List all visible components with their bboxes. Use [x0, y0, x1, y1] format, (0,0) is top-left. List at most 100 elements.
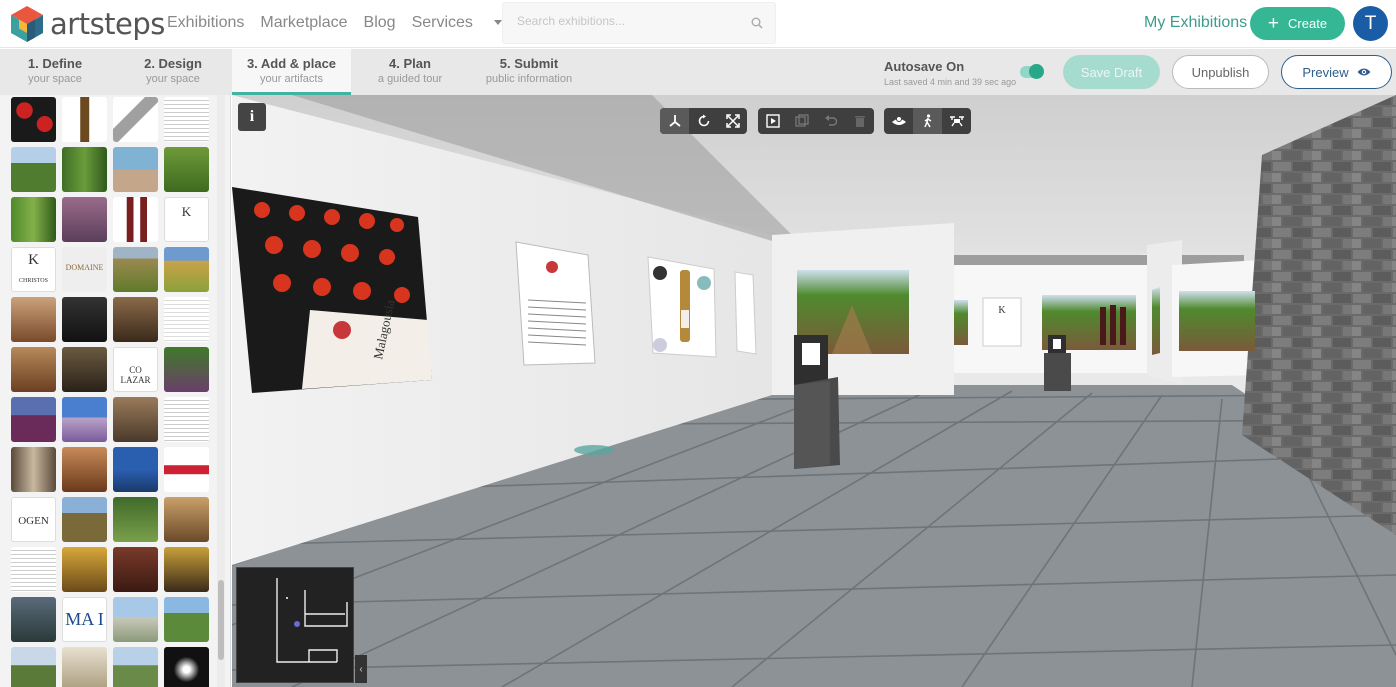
thumbnail[interactable]	[11, 147, 56, 192]
info-button[interactable]: i	[238, 103, 266, 131]
step-title: 1. Define	[27, 56, 83, 71]
nav-exhibitions[interactable]: Exhibitions	[167, 14, 244, 32]
thumbnail[interactable]	[113, 397, 158, 442]
artwork-far-1[interactable]	[954, 300, 968, 345]
thumbnail[interactable]	[164, 497, 209, 542]
thumbnail[interactable]	[164, 397, 209, 442]
thumbnail[interactable]	[113, 647, 158, 687]
step-plan[interactable]: 4. Plan a guided tour	[355, 49, 465, 95]
thumbnail[interactable]	[164, 297, 209, 342]
thumbnail[interactable]	[62, 447, 107, 492]
thumbnail[interactable]	[62, 297, 107, 342]
nav-marketplace[interactable]: Marketplace	[260, 14, 347, 32]
thumbnail[interactable]	[164, 447, 209, 492]
thumbnail[interactable]	[113, 247, 158, 292]
thumbnail[interactable]	[113, 447, 158, 492]
floor-marker[interactable]	[574, 445, 614, 455]
step-add-place[interactable]: 3. Add & place your artifacts	[232, 49, 351, 95]
search-icon[interactable]	[751, 17, 763, 29]
thumbnail[interactable]: MA I	[62, 597, 107, 642]
thumbnail[interactable]	[11, 397, 56, 442]
thumbnail[interactable]	[113, 547, 158, 592]
step-submit[interactable]: 5. Submit public information	[474, 49, 584, 95]
thumbnail[interactable]	[164, 347, 209, 392]
thumbnail[interactable]	[62, 147, 107, 192]
thumbnail[interactable]: CHRISTOS K	[11, 247, 56, 292]
preview-button[interactable]: Preview	[1281, 55, 1392, 89]
drone-view-tool[interactable]	[942, 108, 971, 134]
thumbnail[interactable]	[11, 547, 56, 592]
minimap-collapse-button[interactable]: ‹	[355, 655, 367, 683]
thumbnail[interactable]	[113, 597, 158, 642]
thumbnail[interactable]: OGEN	[11, 497, 56, 542]
avatar[interactable]: T	[1353, 6, 1388, 41]
step-design[interactable]: 2. Design your space	[118, 49, 228, 95]
thumbnail[interactable]	[11, 297, 56, 342]
unpublish-button[interactable]: Unpublish	[1172, 55, 1269, 89]
scale-tool[interactable]	[718, 108, 747, 134]
thumbnail[interactable]	[164, 597, 209, 642]
thumbnail[interactable]	[62, 647, 107, 687]
scrollbar-thumb[interactable]	[218, 580, 224, 660]
thumbnail[interactable]	[164, 97, 209, 142]
gallery-3d-viewport[interactable]: Malagousia K i ‹	[232, 95, 1396, 687]
copy-icon	[794, 114, 809, 127]
thumbnail[interactable]	[164, 547, 209, 592]
thumbnail[interactable]	[11, 647, 56, 687]
step-subtitle: your space	[146, 73, 200, 85]
artwork-wine-bottles[interactable]: Malagousia	[232, 187, 432, 393]
thumbnail[interactable]	[113, 97, 158, 142]
thumbnail[interactable]	[11, 597, 56, 642]
autosave-toggle[interactable]	[1020, 64, 1044, 79]
thumbnail[interactable]	[62, 497, 107, 542]
artwork-far-landscape[interactable]	[1179, 291, 1255, 351]
thumbnail[interactable]	[62, 547, 107, 592]
thumbnail[interactable]	[113, 297, 158, 342]
artwork-narrow-poster[interactable]	[734, 271, 757, 355]
minimap-plan	[276, 578, 348, 663]
thumbnail[interactable]	[164, 647, 209, 687]
thumbnail[interactable]	[11, 97, 56, 142]
plus-icon: +	[1267, 13, 1280, 34]
copy-tool[interactable]	[787, 108, 816, 134]
thumbnail[interactable]	[62, 397, 107, 442]
search-input[interactable]	[517, 14, 737, 28]
thumbnail[interactable]: CO LAZAR	[113, 347, 158, 392]
play-tour-tool[interactable]	[758, 108, 787, 134]
brand-name: artsteps	[50, 7, 165, 41]
move-tool[interactable]	[660, 108, 689, 134]
thumbnail[interactable]: K	[164, 197, 209, 242]
thumbnail[interactable]	[62, 197, 107, 242]
walk-view-tool[interactable]	[913, 108, 942, 134]
artwork-poster[interactable]	[515, 241, 596, 366]
logo[interactable]: artsteps	[8, 4, 165, 44]
thumbnail[interactable]	[164, 147, 209, 192]
thumbnail[interactable]: DOMAINE	[62, 247, 107, 292]
save-draft-button[interactable]: Save Draft	[1063, 55, 1160, 89]
step-title: 2. Design	[144, 56, 202, 71]
rotate-tool[interactable]	[689, 108, 718, 134]
artwork-bottle-poster[interactable]	[647, 256, 717, 358]
thumbnail[interactable]	[113, 197, 158, 242]
create-button[interactable]: + Create	[1250, 7, 1345, 40]
thumbnail[interactable]	[62, 97, 107, 142]
thumbnail[interactable]	[11, 197, 56, 242]
thumbnail[interactable]	[164, 247, 209, 292]
step-define[interactable]: 1. Define your space	[0, 49, 110, 95]
undo-tool[interactable]	[816, 108, 845, 134]
thumbnail[interactable]	[62, 347, 107, 392]
autosave-last-saved: Last saved 4 min and 39 sec ago	[884, 77, 1017, 87]
delete-tool[interactable]	[845, 108, 874, 134]
thumbnail-caption: CHRISTOS	[19, 278, 48, 284]
nav-blog[interactable]: Blog	[364, 14, 396, 32]
thumbnail[interactable]	[113, 497, 158, 542]
thumbnail[interactable]	[11, 447, 56, 492]
my-exhibitions-link[interactable]: My Exhibitions	[1144, 14, 1247, 32]
nav-services[interactable]: Services	[412, 14, 502, 32]
thumbnail[interactable]	[11, 347, 56, 392]
thumbnail[interactable]	[113, 147, 158, 192]
top-view-tool[interactable]	[884, 108, 913, 134]
minimap[interactable]	[236, 567, 354, 683]
thumbnail-caption: OGEN	[18, 515, 49, 527]
chevron-down-icon	[493, 20, 502, 26]
